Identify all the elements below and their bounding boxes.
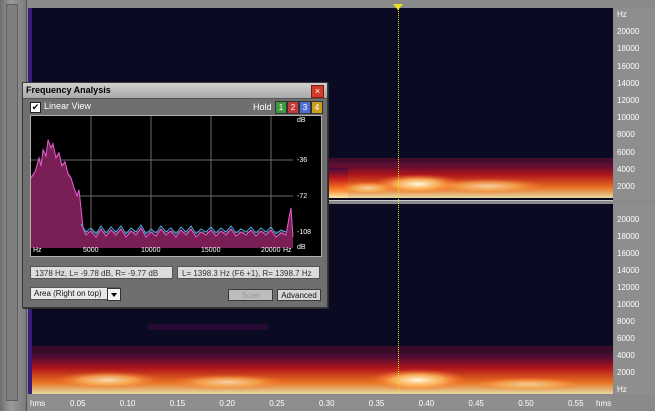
- frequency-axis-label: 14000: [617, 266, 640, 275]
- advanced-button[interactable]: Advanced: [277, 289, 321, 301]
- frequency-axis-label: 10000: [617, 300, 640, 309]
- frequency-axis-label: 16000: [617, 249, 640, 258]
- hold-button-4[interactable]: 4: [311, 101, 323, 114]
- frequency-axis-label: Hz: [617, 10, 627, 19]
- frequency-axis-top: Hz 20000 18000 16000 14000 12000 10000 8000 6000…: [614, 8, 655, 200]
- y-axis-label: -72: [297, 193, 308, 200]
- spectrogram-hotspot: [338, 181, 398, 195]
- frequency-graph[interactable]: dB -36 -72 -108 dB Hz 5000 10000 15000 2…: [30, 115, 322, 257]
- spectrogram-hotspot: [368, 369, 468, 391]
- dialog-title: Frequency Analysis: [26, 85, 111, 95]
- spectrogram-hotspot: [468, 377, 588, 391]
- frequency-axis-label: 2000: [617, 182, 635, 191]
- time-axis-label: 0.35: [368, 399, 385, 408]
- spectrogram-hotspot: [168, 374, 288, 390]
- time-axis-label: 0.10: [119, 399, 136, 408]
- frequency-axis-label: 2000: [617, 368, 635, 377]
- frequency-axis-label: 4000: [617, 164, 635, 174]
- y-axis-label-db-bottom: dB: [297, 244, 306, 251]
- time-axis-label: 0.55: [568, 399, 584, 408]
- frequency-axis-label: 20000: [617, 27, 640, 37]
- frequency-analysis-dialog: Frequency Analysis × ✔ Linear View Hold …: [22, 82, 328, 308]
- time-axis-label: 0.30: [319, 399, 335, 408]
- x-axis-label-hz-left: Hz: [33, 247, 42, 254]
- time-axis-label: hms: [596, 399, 612, 408]
- frequency-axis-bottom: 20000 18000 16000 14000 12000 10000 8000 6000 40…: [614, 204, 655, 394]
- frequency-axis-label: 16000: [617, 61, 640, 71]
- frequency-axis-label: 8000: [617, 130, 635, 140]
- time-axis-label: 0.20: [219, 399, 235, 408]
- x-axis-label: 5000: [83, 247, 99, 254]
- frequency-axis-label: 12000: [617, 283, 640, 292]
- spectrogram-band-fade: [148, 324, 268, 330]
- spectrogram-hotspot: [53, 371, 163, 389]
- x-axis-label: 10000: [141, 247, 161, 254]
- frequency-axis-label: 6000: [617, 147, 635, 157]
- cursor-readout-levels: 1378 Hz, L= -9.78 dB, R= -9.77 dB: [30, 266, 173, 279]
- playback-cursor-marker[interactable]: [393, 4, 403, 10]
- hold-button-2[interactable]: 2: [287, 101, 299, 114]
- close-icon[interactable]: ×: [311, 85, 324, 98]
- frequency-axis-label: 12000: [617, 96, 640, 105]
- playback-cursor-line[interactable]: [398, 8, 399, 394]
- spectrogram-band-fade: [32, 346, 613, 356]
- frequency-axis-label: Hz: [617, 385, 627, 394]
- frequency-graph-canvas: [31, 116, 294, 248]
- time-axis-label: 0.25: [269, 399, 285, 408]
- frequency-axis-label: 18000: [617, 232, 640, 241]
- x-axis-label: 20000: [261, 247, 281, 254]
- hold-button-1[interactable]: 1: [275, 101, 287, 114]
- x-axis-label: 15000: [201, 247, 221, 254]
- spectrogram-band-fade: [328, 158, 613, 166]
- dialog-titlebar[interactable]: Frequency Analysis ×: [23, 83, 327, 99]
- time-ruler[interactable]: hms 0.05 0.10 0.15 0.20 0.25 0.30 0.35 0.40 0.45 0…: [28, 396, 613, 411]
- scrollbar-track[interactable]: [6, 4, 18, 401]
- time-axis-label: 0.40: [418, 399, 435, 408]
- y-axis-label: -108: [297, 229, 312, 236]
- time-axis-label: hms: [30, 399, 46, 408]
- chevron-down-icon[interactable]: [107, 288, 121, 301]
- y-axis-label: -36: [297, 157, 308, 164]
- linear-view-label: Linear View: [44, 101, 91, 111]
- time-axis-label: 0.15: [169, 399, 186, 408]
- time-axis-label: 0.45: [468, 399, 484, 408]
- x-axis-label-hz-right: Hz: [283, 247, 292, 254]
- spectrogram-hotspot: [428, 178, 548, 194]
- hold-button-3[interactable]: 3: [299, 101, 311, 114]
- frequency-axis-label: 20000: [617, 215, 640, 224]
- frequency-axis-label: 10000: [617, 113, 640, 123]
- scan-button[interactable]: Scan: [228, 289, 273, 301]
- y-axis-label-db-top: dB: [297, 117, 306, 124]
- frequency-axis-label: 14000: [617, 78, 640, 88]
- time-axis-label: 0.05: [70, 399, 86, 408]
- hold-label: Hold: [253, 102, 272, 112]
- frequency-axis-label: 6000: [617, 334, 635, 343]
- frequency-axis-label: 8000: [617, 317, 635, 326]
- frequency-axis-label: 18000: [617, 44, 640, 54]
- linear-view-checkbox[interactable]: ✔: [30, 102, 41, 113]
- time-axis-label: 0.50: [518, 399, 534, 408]
- frequency-axis-label: 4000: [617, 351, 635, 360]
- cursor-readout-frequency: L= 1398.3 Hz (F6 +1), R= 1398.7 Hz: [177, 266, 320, 279]
